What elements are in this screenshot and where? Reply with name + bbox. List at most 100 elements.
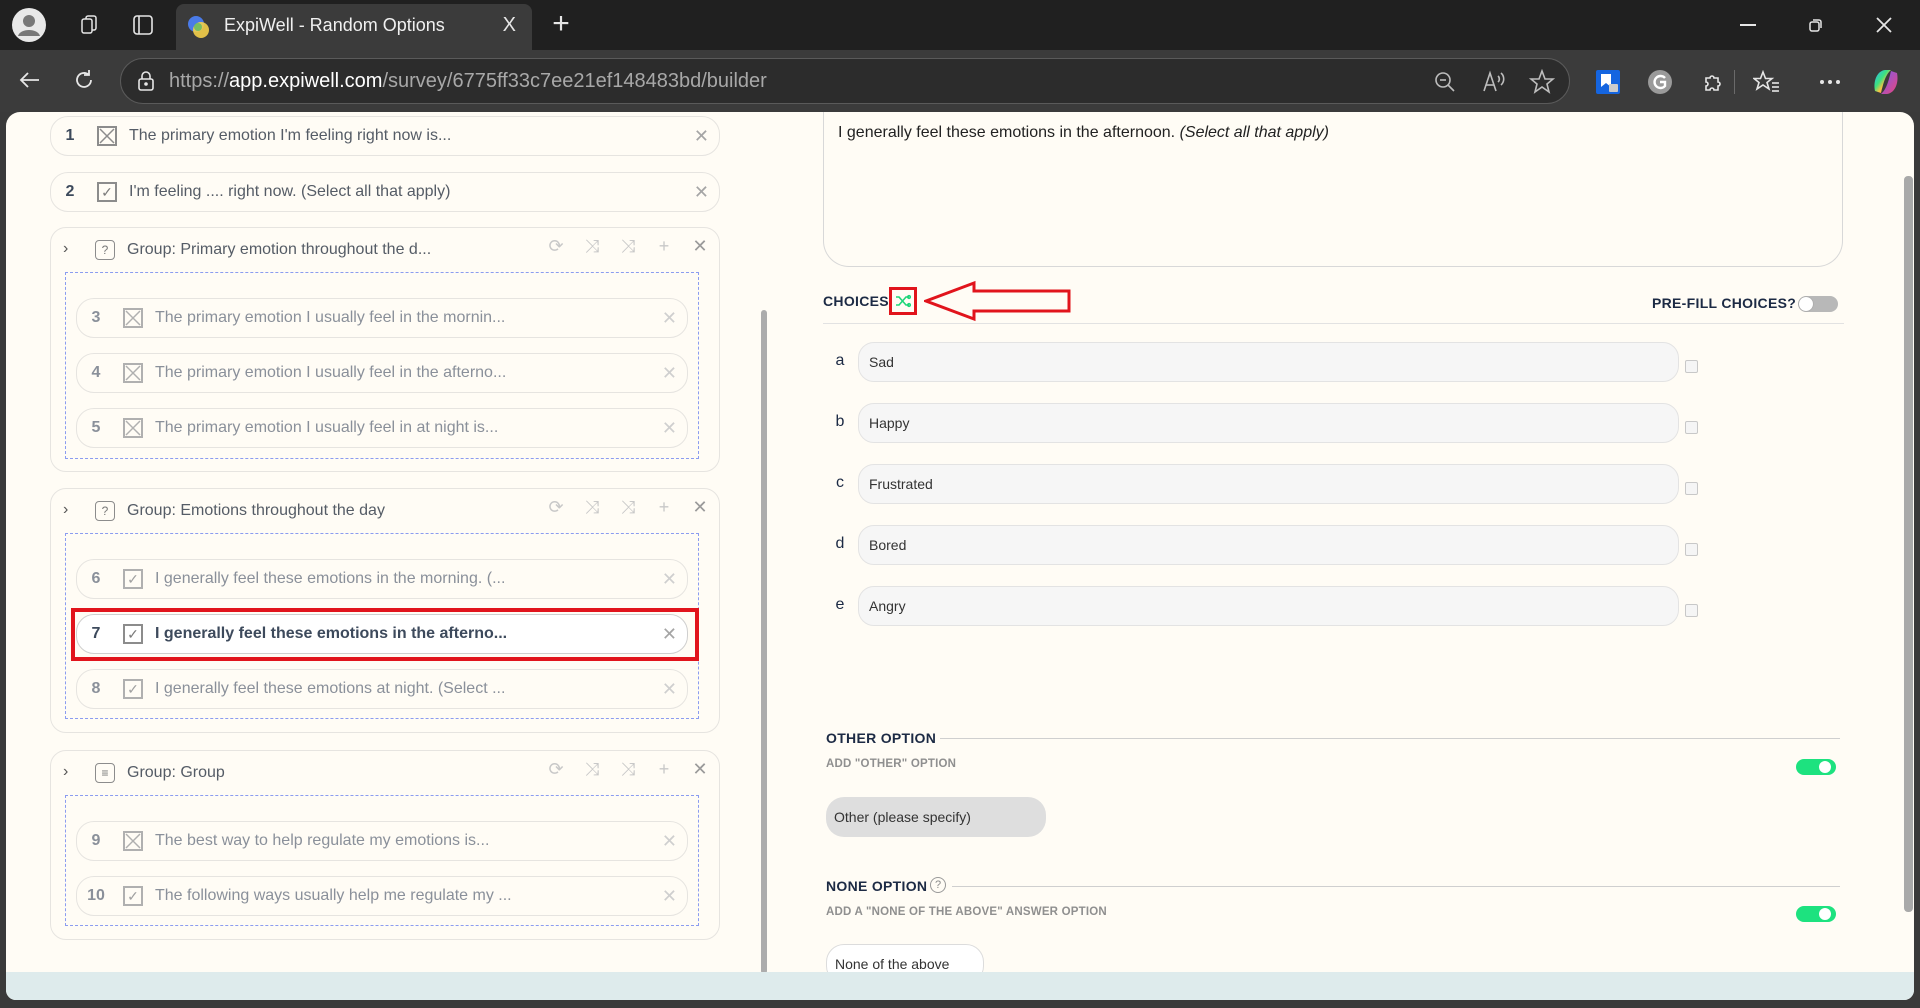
question-row[interactable]: 8 ✓ I generally feel these emotions at n…	[76, 669, 688, 709]
chevron-right-icon[interactable]: ›	[63, 763, 68, 781]
chevron-right-icon[interactable]: ›	[63, 501, 68, 519]
choice-checkbox[interactable]	[1685, 360, 1698, 373]
delete-question-icon[interactable]: ✕	[694, 126, 709, 147]
editor-scrollbar[interactable]	[1904, 176, 1913, 912]
url-path: /survey/6775ff33c7ee21ef148483bd/builder	[382, 70, 767, 92]
delete-question-icon[interactable]: ✕	[694, 182, 709, 203]
question-list-scrollbar[interactable]	[761, 310, 767, 974]
delete-question-icon[interactable]: ✕	[662, 831, 677, 852]
choice-letter: b	[835, 413, 845, 430]
shuffle-icon[interactable]: ⤨	[579, 759, 605, 780]
delete-question-icon[interactable]: ✕	[662, 886, 677, 907]
group-header[interactable]: › ? Group: Primary emotion throughout th…	[51, 228, 719, 272]
question-row[interactable]: 4 The primary emotion I usually feel in …	[76, 353, 688, 393]
annotation-arrow	[921, 280, 1072, 322]
question-text-editor[interactable]: I generally feel these emotions in the a…	[823, 112, 1843, 267]
question-text: The primary emotion I usually feel in th…	[155, 364, 507, 381]
group-header[interactable]: › ? Group: Emotions throughout the day ⟳…	[51, 489, 719, 533]
refresh-icon[interactable]: ⟳	[543, 236, 569, 257]
choice-input[interactable]: Angry	[858, 586, 1679, 626]
question-row[interactable]: 3 The primary emotion I usually feel in …	[76, 298, 688, 338]
new-tab-button[interactable]: +	[546, 7, 576, 40]
copilot-icon[interactable]	[1868, 64, 1904, 100]
none-option-toggle[interactable]	[1796, 906, 1836, 922]
choice-letter: c	[836, 474, 844, 491]
question-icon: ?	[95, 240, 115, 260]
choice-checkbox[interactable]	[1685, 482, 1698, 495]
lock-icon[interactable]	[135, 70, 157, 92]
single-choice-icon	[123, 308, 143, 328]
question-icon: ?	[95, 501, 115, 521]
group-title: Group: Primary emotion throughout the d.…	[127, 241, 432, 258]
question-number: 1	[65, 127, 75, 144]
question-row[interactable]: 10 ✓ The following ways usually help me …	[76, 876, 688, 916]
shuffle-icon[interactable]: ⤨	[579, 236, 605, 257]
delete-group-icon[interactable]: ✕	[687, 497, 713, 518]
delete-question-icon[interactable]: ✕	[662, 679, 677, 700]
chevron-right-icon[interactable]: ›	[63, 240, 68, 258]
random-question-icon[interactable]: ⤨	[615, 759, 641, 780]
refresh-icon[interactable]: ⟳	[543, 759, 569, 780]
add-icon[interactable]: +	[651, 236, 677, 257]
address-bar[interactable]: https://app.expiwell.com/survey/6775ff33…	[120, 58, 1570, 104]
delete-group-icon[interactable]: ✕	[687, 759, 713, 780]
add-other-option-label: ADD "OTHER" OPTION	[826, 758, 957, 770]
question-row[interactable]: 1 The primary emotion I'm feeling right …	[50, 116, 720, 156]
question-text-main: I generally feel these emotions in the a…	[838, 124, 1176, 141]
choice-input[interactable]: Frustrated	[858, 464, 1679, 504]
favorites-icon[interactable]	[1752, 68, 1782, 96]
delete-question-icon[interactable]: ✕	[662, 363, 677, 384]
question-number: 3	[91, 309, 101, 326]
grammarly-icon[interactable]	[1646, 68, 1674, 96]
read-aloud-icon[interactable]	[1481, 70, 1507, 99]
choice-letter: a	[835, 352, 845, 369]
choice-input[interactable]: Sad	[858, 342, 1679, 382]
active-tab[interactable]: ExpiWell - Random Options X	[176, 4, 532, 50]
refresh-icon[interactable]: ⟳	[543, 497, 569, 518]
profile-avatar-icon[interactable]	[10, 6, 48, 44]
choice-checkbox[interactable]	[1685, 543, 1698, 556]
question-row[interactable]: 9 The best way to help regulate my emoti…	[76, 821, 688, 861]
shuffle-choices-button[interactable]	[889, 287, 917, 315]
prefill-choices-toggle[interactable]	[1798, 296, 1838, 312]
group-header[interactable]: › ≡ Group: Group ⟳ ⤨ ⤨ + ✕	[51, 751, 719, 795]
tab-close-button[interactable]: X	[503, 14, 516, 37]
group-title: Group: Emotions throughout the day	[127, 502, 385, 519]
vertical-tabs-icon[interactable]	[128, 10, 158, 40]
delete-question-icon[interactable]: ✕	[662, 418, 677, 439]
question-text: The primary emotion I usually feel in th…	[155, 309, 506, 326]
delete-group-icon[interactable]: ✕	[687, 236, 713, 257]
other-option-input[interactable]: Other (please specify)	[826, 797, 1046, 837]
restore-button[interactable]	[1804, 10, 1828, 40]
add-icon[interactable]: +	[651, 497, 677, 518]
delete-question-icon[interactable]: ✕	[662, 569, 677, 590]
choice-input[interactable]: Happy	[858, 403, 1679, 443]
choice-checkbox[interactable]	[1685, 604, 1698, 617]
close-window-button[interactable]	[1872, 10, 1896, 40]
more-menu-icon[interactable]	[1816, 68, 1844, 96]
random-question-icon[interactable]: ⤨	[615, 236, 641, 257]
extensions-puzzle-icon[interactable]	[1700, 68, 1728, 96]
question-row[interactable]: 6 ✓ I generally feel these emotions in t…	[76, 559, 688, 599]
random-question-icon[interactable]: ⤨	[615, 497, 641, 518]
add-icon[interactable]: +	[651, 759, 677, 780]
page-footer-band	[6, 972, 1914, 1000]
extension-shield-icon[interactable]	[1594, 68, 1622, 96]
favorite-star-icon[interactable]	[1528, 68, 1556, 100]
question-text-content[interactable]: I generally feel these emotions in the a…	[838, 124, 1329, 142]
shuffle-icon[interactable]: ⤨	[579, 497, 605, 518]
delete-question-icon[interactable]: ✕	[662, 308, 677, 329]
choice-input[interactable]: Bored	[858, 525, 1679, 565]
question-row[interactable]: 2 ✓ I'm feeling .... right now. (Select …	[50, 172, 720, 212]
workspaces-icon[interactable]	[74, 10, 104, 40]
question-row[interactable]: 5 The primary emotion I usually feel in …	[76, 408, 688, 448]
help-icon[interactable]: ?	[930, 877, 946, 893]
zoom-out-icon[interactable]	[1433, 70, 1457, 99]
question-group: › ≡ Group: Group ⟳ ⤨ ⤨ + ✕ 9 The best wa…	[50, 750, 720, 940]
other-option-toggle[interactable]	[1796, 759, 1836, 775]
back-button[interactable]	[14, 64, 46, 96]
choice-checkbox[interactable]	[1685, 421, 1698, 434]
minimize-button[interactable]	[1736, 10, 1760, 40]
refresh-button[interactable]	[68, 64, 100, 96]
url-text[interactable]: https://app.expiwell.com/survey/6775ff33…	[169, 70, 767, 93]
